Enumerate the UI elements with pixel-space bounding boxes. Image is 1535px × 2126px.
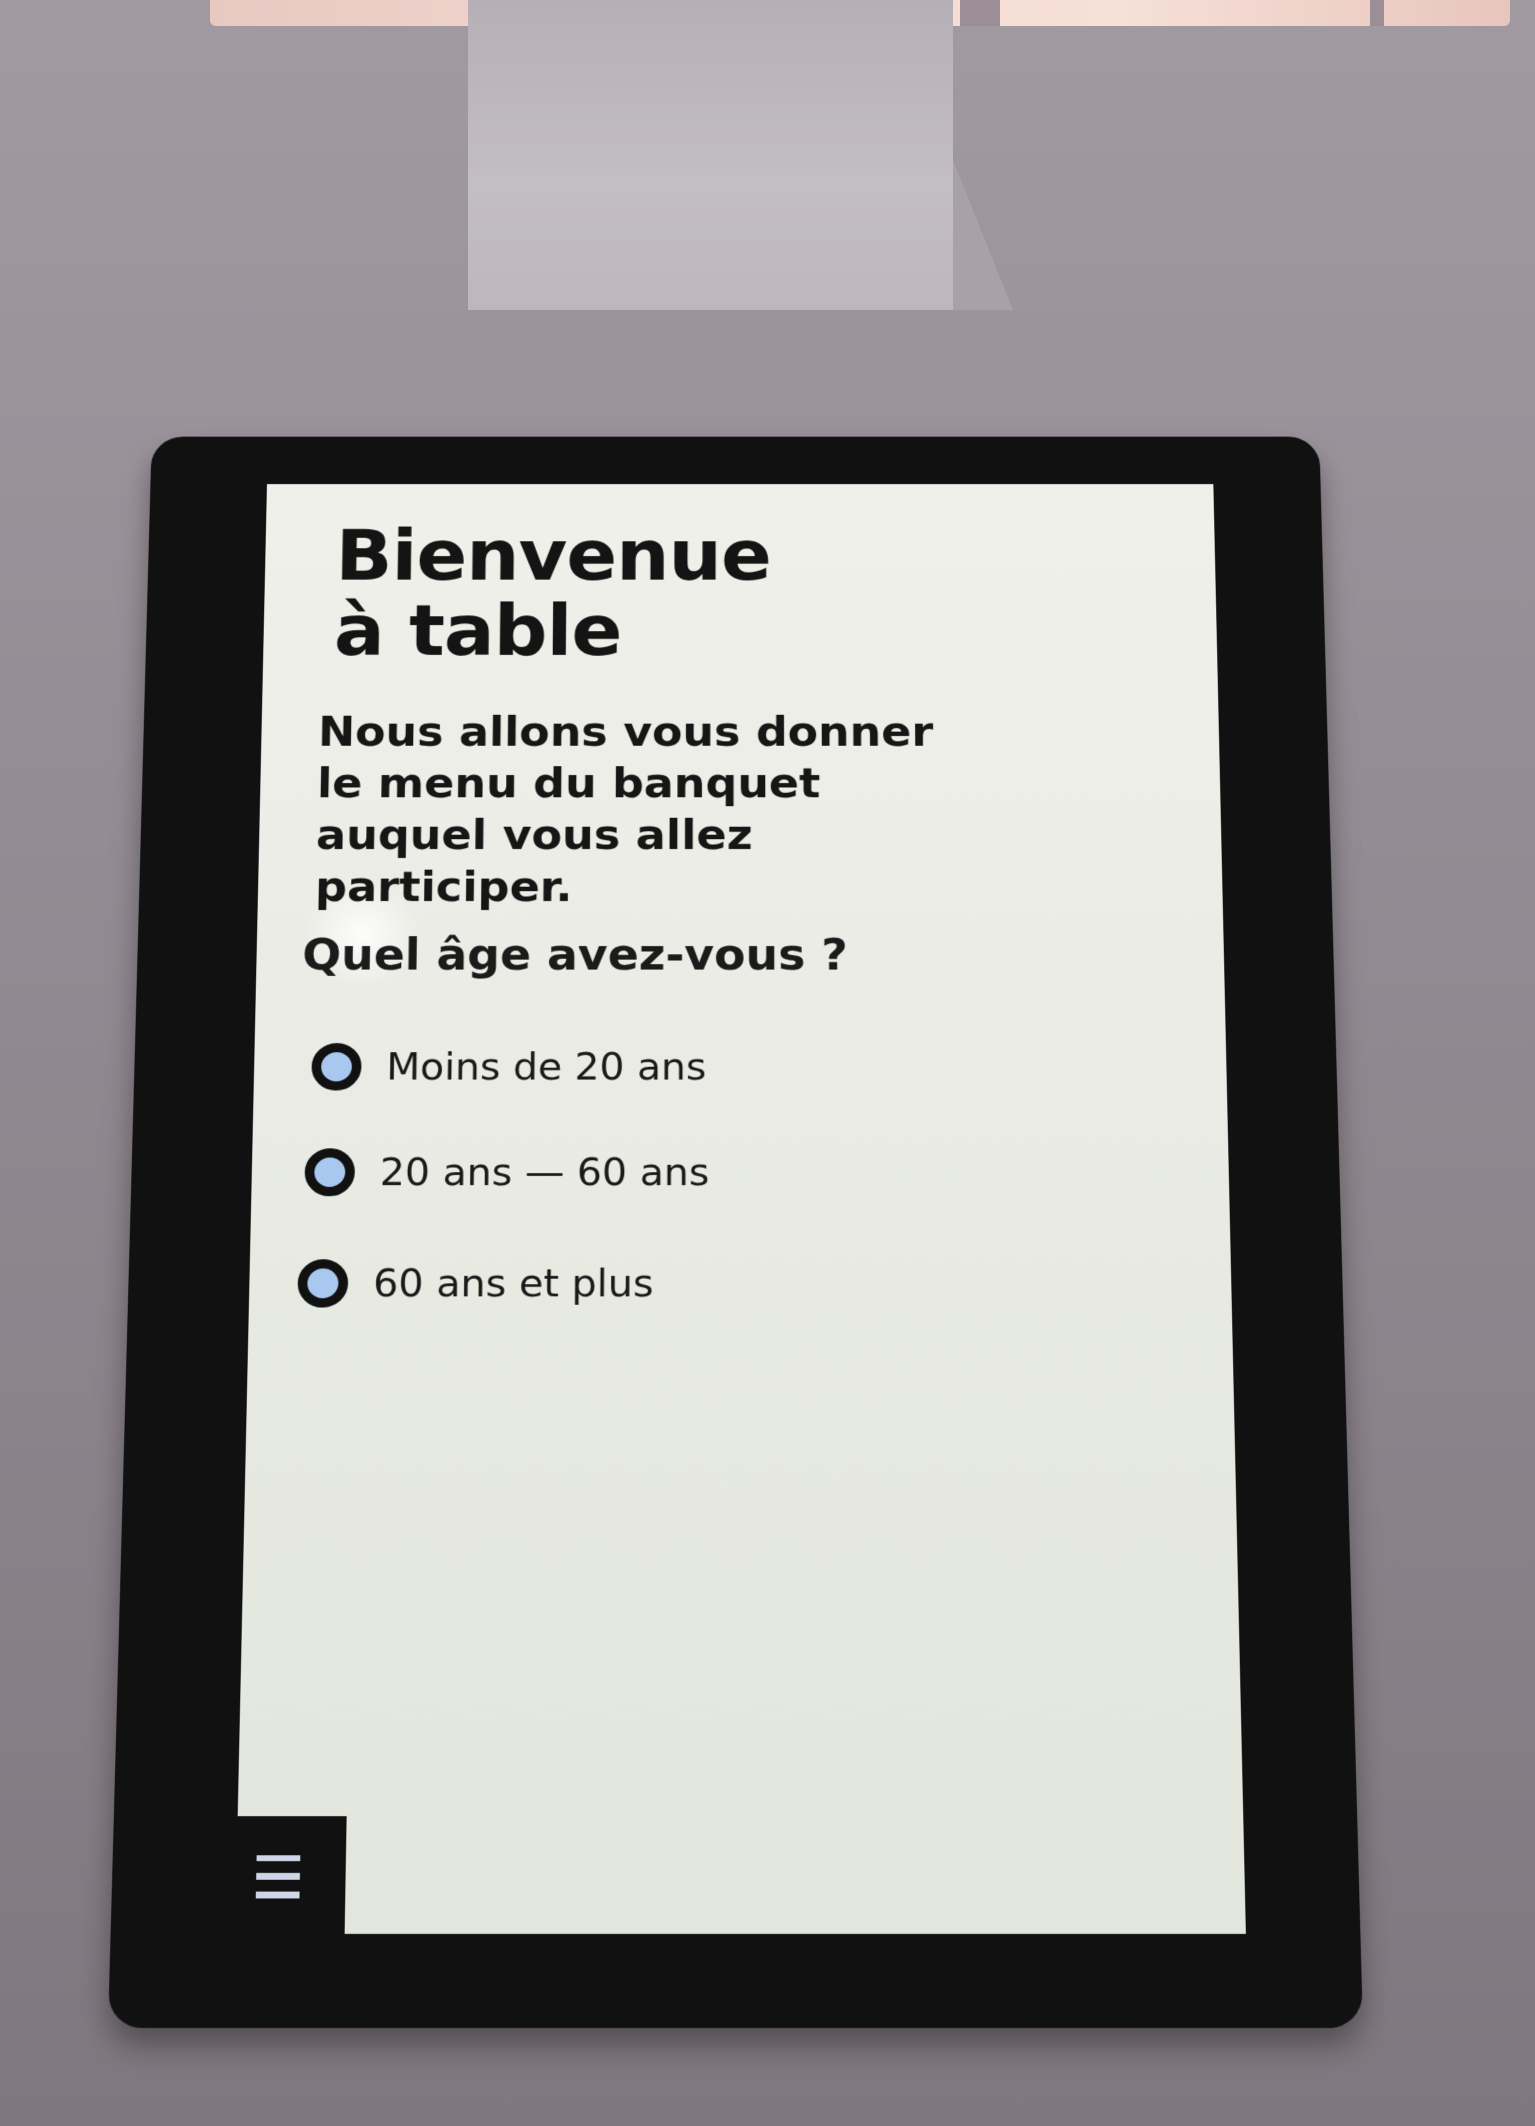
hamburger-menu-icon[interactable] bbox=[255, 1855, 301, 1899]
age-option-60-plus[interactable]: 60 ans et plus bbox=[297, 1259, 654, 1308]
menu-line bbox=[256, 1872, 300, 1880]
menu-tab bbox=[235, 1816, 347, 1934]
age-question: Quel âge avez-vous ? bbox=[301, 929, 848, 981]
age-option-label: Moins de 20 ans bbox=[385, 1044, 707, 1089]
menu-line bbox=[255, 1891, 300, 1899]
radio-button[interactable] bbox=[297, 1259, 349, 1308]
age-option-label: 20 ans — 60 ans bbox=[379, 1150, 710, 1195]
stand-shadow bbox=[953, 160, 1013, 310]
radio-button[interactable] bbox=[304, 1148, 356, 1197]
page-title: Bienvenue à table bbox=[333, 515, 771, 672]
age-option-under-20[interactable]: Moins de 20 ans bbox=[311, 1043, 707, 1091]
radio-button[interactable] bbox=[311, 1043, 362, 1091]
age-option-label: 60 ans et plus bbox=[372, 1261, 654, 1306]
kiosk-screen: Bienvenue à table Nous allons vous donne… bbox=[235, 484, 1246, 1934]
intro-text: Nous allons vous donner le menu du banqu… bbox=[314, 707, 934, 912]
light-gap bbox=[1370, 0, 1384, 26]
menu-line bbox=[256, 1855, 301, 1862]
age-option-20-60[interactable]: 20 ans — 60 ans bbox=[304, 1148, 710, 1197]
display-stand bbox=[468, 0, 953, 310]
kiosk-tablet: Bienvenue à table Nous allons vous donne… bbox=[108, 436, 1363, 2029]
light-gap bbox=[960, 0, 1000, 26]
